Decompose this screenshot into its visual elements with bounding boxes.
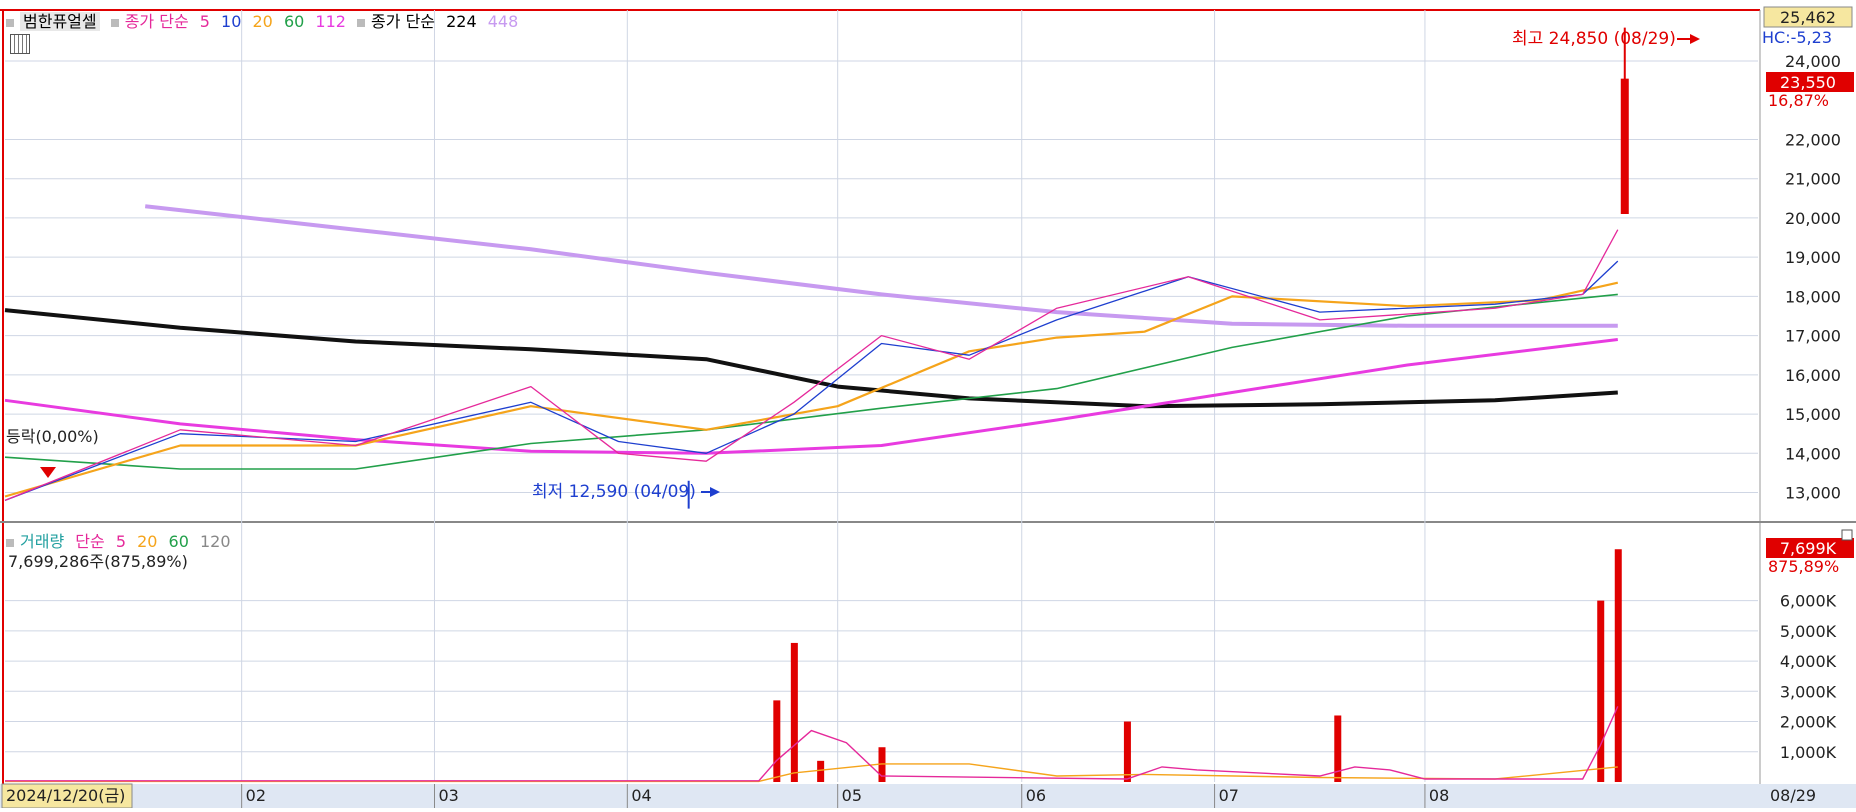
ma-period-60: 60 xyxy=(283,12,305,31)
close-panel-icon[interactable] xyxy=(1841,529,1853,541)
last-change-pct: 16,87% xyxy=(1768,91,1829,110)
month-label: 08 xyxy=(1429,786,1449,805)
volume-bar xyxy=(773,700,781,782)
month-label: 04 xyxy=(631,786,651,805)
price-tick-label: 20,000 xyxy=(1785,209,1841,228)
left-annotation: 등락(0,00%) xyxy=(6,427,99,446)
volume-tick-label: 3,000K xyxy=(1780,682,1837,701)
price-tick-label: 13,000 xyxy=(1785,484,1841,503)
volume-change-pct: 875,89% xyxy=(1768,557,1839,576)
ma-period-224: 224 xyxy=(446,12,477,31)
ma-period-10: 10 xyxy=(221,12,242,31)
price-tick-label: 18,000 xyxy=(1785,287,1841,306)
last-price-text: 23,550 xyxy=(1780,73,1836,92)
ma-label[interactable]: 종가 단순 xyxy=(125,12,189,31)
legend-box-icon[interactable] xyxy=(6,18,14,27)
low-annotation: 최저 12,590 (04/09) xyxy=(532,482,696,502)
volume-value-text: 7,699,286주(875,89%) xyxy=(8,552,188,571)
month-label: 05 xyxy=(842,786,862,805)
ma-period-448: 448 xyxy=(487,12,519,31)
last-volume-text: 7,699K xyxy=(1780,539,1837,558)
hc-text: HC:-5,23 xyxy=(1762,28,1832,47)
price-tick-label: 17,000 xyxy=(1785,327,1841,346)
price-tick-label: 16,000 xyxy=(1785,366,1841,385)
current-price-text: 25,462 xyxy=(1780,8,1836,27)
volume-legend-box-icon[interactable] xyxy=(6,538,14,547)
ma-period-112: 112 xyxy=(315,12,346,31)
stock-chart-window: 24,000 22,000 21,000 20,000 19,000 18,000 17,0… xyxy=(0,0,1856,809)
volume-bar xyxy=(1123,721,1131,782)
volume-ma-120: 120 xyxy=(200,532,231,551)
end-date-label: 08/29 xyxy=(1770,786,1816,805)
price-tick-label: 24,000 xyxy=(1785,52,1841,71)
volume-tick-label: 1,000K xyxy=(1780,743,1837,762)
price-tick-label: 14,000 xyxy=(1785,444,1841,463)
price-tick-label: 22,000 xyxy=(1785,130,1841,149)
x-axis-bar xyxy=(0,784,1856,808)
price-legend: 범한퓨얼셀 종가 단순 5 10 20 60 112 종가 단순 224 448 xyxy=(6,8,524,32)
price-tick-label: 19,000 xyxy=(1785,248,1841,267)
ma-legend-box-icon[interactable] xyxy=(110,18,119,27)
ma2-label[interactable]: 종가 단순 xyxy=(371,12,435,31)
price-tick-label: 15,000 xyxy=(1785,405,1841,424)
high-annotation: 최고 24,850 (08/29) xyxy=(1512,29,1676,49)
month-label: 02 xyxy=(246,786,266,805)
volume-tick-label: 4,000K xyxy=(1780,652,1837,671)
month-label: 06 xyxy=(1026,786,1046,805)
month-label: 07 xyxy=(1219,786,1239,805)
stock-name[interactable]: 범한퓨얼셀 xyxy=(20,12,100,31)
last-candle-body xyxy=(1620,78,1629,215)
ma2-legend-box-icon[interactable] xyxy=(357,18,366,27)
ma-period-20: 20 xyxy=(252,12,273,31)
ma-period-5: 5 xyxy=(199,12,210,31)
chart-canvas[interactable]: 24,000 22,000 21,000 20,000 19,000 18,000 17,0… xyxy=(0,0,1856,809)
volume-tick-label: 6,000K xyxy=(1780,592,1837,611)
month-label: 03 xyxy=(438,786,458,805)
chart-background xyxy=(0,0,1856,808)
table-view-icon[interactable] xyxy=(10,34,30,54)
volume-bar xyxy=(1597,600,1605,782)
price-tick-label: 21,000 xyxy=(1785,170,1841,189)
volume-bar xyxy=(1614,549,1622,782)
volume-tick-label: 2,000K xyxy=(1780,713,1837,732)
volume-bar xyxy=(790,642,798,782)
start-date-label: 2024/12/20(금) xyxy=(6,786,125,805)
volume-tick-label: 5,000K xyxy=(1780,622,1837,641)
volume-bar xyxy=(817,760,825,782)
